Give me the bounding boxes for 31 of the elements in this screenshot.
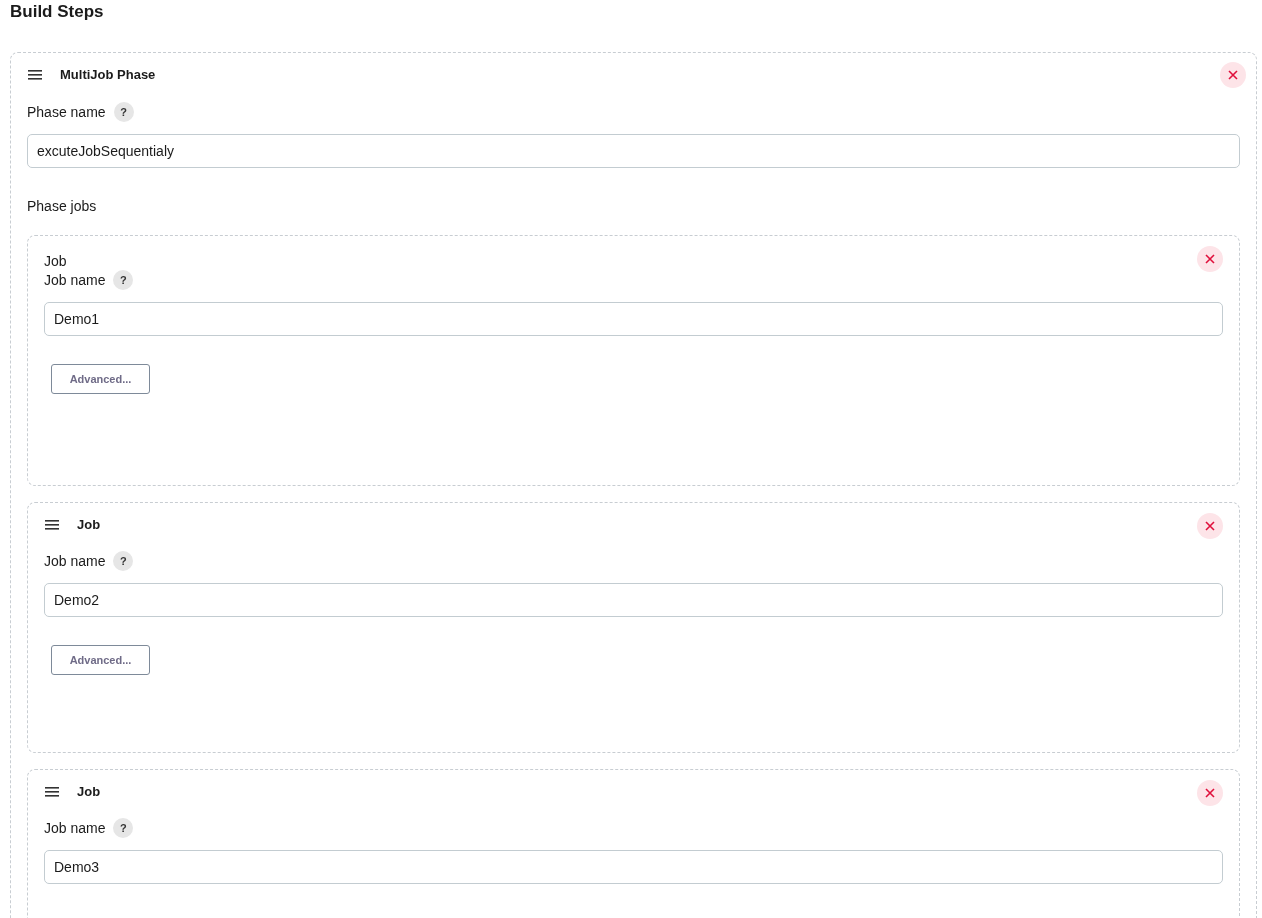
text-field[interactable]: excuteJobSequentialy [27,134,1240,168]
text-field[interactable]: Demo2 [44,583,1223,617]
field-label: Job name [44,270,106,290]
field-label: Job name [44,818,106,838]
job-title: Job [77,783,101,802]
close-icon [1228,70,1238,80]
section-label: Phase jobs [27,197,98,216]
help-button[interactable]: ? [113,818,134,838]
close-button[interactable] [1220,62,1246,88]
text-field[interactable]: Demo3 [44,850,1223,884]
drag-handle-icon[interactable] [44,787,60,797]
close-icon [1205,254,1215,264]
drag-handle-icon[interactable] [44,520,60,530]
close-button[interactable] [1197,780,1223,806]
field-label: Phase name [27,102,106,122]
field-label: Job name [44,551,106,571]
close-button[interactable] [1197,246,1223,272]
job-title: Job [44,252,67,270]
drag-handle-icon[interactable] [27,70,43,80]
close-button[interactable] [1197,513,1223,539]
close-icon [1205,788,1215,798]
help-button[interactable]: ? [113,270,134,290]
help-button[interactable]: ? [113,551,134,571]
close-icon [1205,521,1215,531]
job-title: Job [77,516,101,535]
help-button[interactable]: ? [113,102,134,122]
advanced-button[interactable]: Advanced... [51,364,150,394]
section-heading: Build Steps [10,1,105,23]
advanced-button[interactable]: Advanced... [51,645,150,675]
text-field[interactable]: Demo1 [44,302,1223,336]
phase-title: MultiJob Phase [60,66,156,85]
